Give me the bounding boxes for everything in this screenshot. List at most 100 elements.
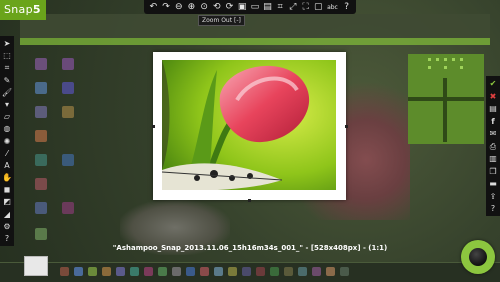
redo-icon[interactable]: ↷: [161, 2, 172, 13]
taskbar-icon[interactable]: [116, 267, 125, 276]
help-icon[interactable]: ?: [341, 2, 352, 13]
text-icon[interactable]: A: [1, 160, 13, 172]
abc-text-icon[interactable]: abc: [325, 2, 339, 13]
navigator-dot: [436, 58, 439, 61]
capture-thumbnail[interactable]: [24, 256, 48, 276]
desktop-icon: [35, 106, 47, 118]
taskbar-icon[interactable]: [298, 267, 307, 276]
delete-icon[interactable]: ▥: [487, 153, 499, 166]
undo-icon[interactable]: ↶: [148, 2, 159, 13]
zoom-out-icon[interactable]: ⊖: [173, 2, 184, 13]
settings-icon[interactable]: ⚙: [1, 221, 13, 233]
facebook-icon[interactable]: f: [487, 116, 499, 129]
taskbar-icon[interactable]: [228, 267, 237, 276]
select-icon[interactable]: ⬚: [1, 50, 13, 62]
resize-icon[interactable]: ⤢: [287, 2, 298, 13]
taskbar-icon[interactable]: [144, 267, 153, 276]
rotate-left-icon[interactable]: ⟲: [211, 2, 222, 13]
desktop-icon: [35, 178, 47, 190]
rotate-right-icon[interactable]: ⟳: [224, 2, 235, 13]
navigator-dot: [452, 58, 455, 61]
desktop-icon: [35, 130, 47, 142]
captured-image: [162, 60, 336, 190]
email-icon[interactable]: ✉: [487, 128, 499, 141]
desktop-icon: [35, 154, 47, 166]
taskbar-icon[interactable]: [312, 267, 321, 276]
spray-icon[interactable]: ✺: [1, 136, 13, 148]
taskbar-icon[interactable]: [256, 267, 265, 276]
navigator-dot: [460, 66, 463, 69]
taskbar-icon[interactable]: [340, 267, 349, 276]
desktop-icon: [62, 106, 74, 118]
desktop-icon: [62, 82, 74, 94]
brush-icon[interactable]: 🖌: [1, 87, 13, 99]
right-action-panel: ✔ ✖ ▤ f ✉ ⎙ ▥ ❐ ▬ ⇪ ?: [486, 76, 500, 216]
taskbar-icon[interactable]: [284, 267, 293, 276]
gradient-icon[interactable]: ◢: [1, 209, 13, 221]
taskbar-icon[interactable]: [270, 267, 279, 276]
resize-handle[interactable]: [345, 125, 348, 128]
taskbar-icon[interactable]: [60, 267, 69, 276]
crop-icon[interactable]: ⌗: [275, 2, 286, 13]
pointer-icon[interactable]: ➤: [1, 38, 13, 50]
close-icon[interactable]: ✖: [487, 91, 499, 104]
toolbar-tooltip: Zoom Out [-]: [198, 15, 245, 26]
navigator-dot: [428, 58, 431, 61]
resize-handle[interactable]: [152, 125, 155, 128]
taskbar-icon[interactable]: [158, 267, 167, 276]
resize-handle[interactable]: [248, 199, 251, 202]
taskbar-icon[interactable]: [200, 267, 209, 276]
taskbar-icon[interactable]: [102, 267, 111, 276]
desktop-icon: [35, 228, 47, 240]
navigator-dot: [428, 66, 431, 69]
frame-icon[interactable]: ▢: [313, 2, 324, 13]
top-toolbar: ↶ ↷ ⊖ ⊕ ⊙ ⟲ ⟳ ▣ ▭ ▤ ⌗ ⤢ ⛶ ▢ abc ?: [144, 0, 356, 14]
navigator-crosshair-v: [443, 78, 447, 142]
zoom-reset-icon[interactable]: ⊙: [199, 2, 210, 13]
navigator-dot: [444, 58, 447, 61]
eraser-icon[interactable]: ▱: [1, 111, 13, 123]
image-icon[interactable]: ▤: [262, 2, 273, 13]
navigator-dot: [460, 58, 463, 61]
taskbar-icon[interactable]: [242, 267, 251, 276]
pen-icon[interactable]: ✎: [1, 75, 13, 87]
taskbar-icon[interactable]: [130, 267, 139, 276]
save-icon[interactable]: ▤: [487, 103, 499, 116]
logo-version: 5: [32, 3, 41, 16]
blur-icon[interactable]: ◍: [1, 123, 13, 135]
help-icon[interactable]: ?: [487, 203, 499, 216]
stamp-icon[interactable]: ◼: [1, 184, 13, 196]
desktop-icon: [62, 202, 74, 214]
crop-tool-icon[interactable]: ⌗: [1, 62, 13, 74]
navigator-dot: [444, 66, 447, 69]
desktop-icon: [35, 202, 47, 214]
fit-window-icon[interactable]: ▣: [237, 2, 248, 13]
desktop-icon: [62, 58, 74, 70]
taskbar-icon[interactable]: [172, 267, 181, 276]
taskbar-icon[interactable]: [326, 267, 335, 276]
zoom-in-icon[interactable]: ⊕: [186, 2, 197, 13]
desktop-icon: [35, 82, 47, 94]
left-tool-panel: ➤ ⬚ ⌗ ✎ 🖌 ▾ ▱ ◍ ✺ ⁄ A ✋ ◼ ◩ ◢ ⚙ ?: [0, 36, 14, 246]
logo-text: Snap: [4, 3, 33, 16]
copy-icon[interactable]: ❐: [487, 166, 499, 179]
fullscreen-icon[interactable]: ⛶: [300, 2, 311, 13]
desktop-toolbar-strip: [20, 14, 490, 38]
print-icon[interactable]: ⎙: [487, 141, 499, 154]
pipette-icon[interactable]: ⁄: [1, 148, 13, 160]
screen-icon[interactable]: ▭: [249, 2, 260, 13]
folder-icon[interactable]: ▬: [487, 178, 499, 191]
image-caption: "Ashampoo_Snap_2013.11.06_15h16m34s_001_…: [112, 244, 388, 252]
taskbar-icon[interactable]: [214, 267, 223, 276]
desktop-icon: [62, 154, 74, 166]
desktop-menu-bar: [20, 38, 490, 45]
taskbar-icon[interactable]: [74, 267, 83, 276]
shadow-icon[interactable]: ◩: [1, 196, 13, 208]
upload-icon[interactable]: ⇪: [487, 191, 499, 204]
taskbar-icon[interactable]: [88, 267, 97, 276]
capture-button-lens-icon: [469, 248, 487, 266]
hand-icon[interactable]: ✋: [1, 172, 13, 184]
confirm-icon[interactable]: ✔: [487, 78, 499, 91]
taskbar-icon[interactable]: [186, 267, 195, 276]
fill-icon[interactable]: ▾: [1, 99, 13, 111]
